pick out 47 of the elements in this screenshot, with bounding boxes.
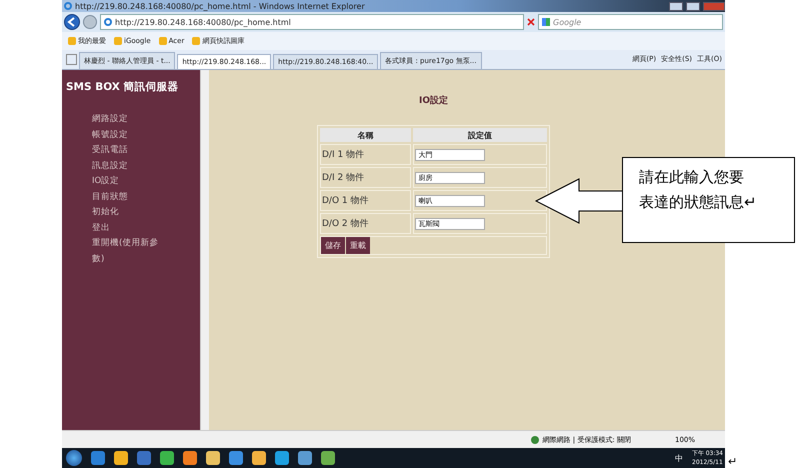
table-cell: D/I 1 物件 — [320, 144, 412, 165]
maximize-button[interactable] — [686, 2, 700, 10]
minimize-button[interactable] — [669, 2, 683, 10]
nav-link[interactable]: IO設定 — [92, 174, 164, 190]
nav-link[interactable]: 登出 — [92, 220, 164, 236]
forward-button[interactable] — [83, 15, 97, 29]
taskbar-app-icon[interactable] — [321, 451, 335, 465]
table-cell: D/O 1 物件 — [320, 190, 412, 211]
window-title: http://219.80.248.168:40080/pc_home.html - Windows Internet Explorer — [75, 2, 365, 10]
nav-link[interactable]: 訊息設定 — [92, 158, 164, 174]
globe-icon — [530, 436, 539, 444]
taskbar-app-icon[interactable] — [160, 451, 174, 465]
search-field[interactable]: Google — [538, 14, 723, 30]
taskbar-app-icon[interactable] — [298, 451, 312, 465]
address-field[interactable]: http://219.80.248.168:40080/pc_home.html — [100, 14, 524, 30]
table-cell: D/I 2 物件 — [320, 167, 412, 188]
form-button[interactable]: 重載 — [346, 237, 370, 254]
input-method-indicator[interactable]: 中 — [674, 452, 683, 464]
paragraph-mark: ↵ — [728, 455, 738, 468]
column-header: 設定值 — [413, 128, 547, 142]
browser-icon — [64, 2, 72, 10]
page-heading: IO設定 — [419, 94, 449, 107]
taskbar-app-icon[interactable] — [206, 451, 220, 465]
form-button[interactable]: 儲存 — [321, 237, 345, 254]
site-title: SMS BOX 簡訊伺服器 — [66, 80, 180, 94]
column-header: 名稱 — [320, 128, 412, 142]
taskbar-app-icon[interactable] — [252, 451, 266, 465]
back-button[interactable] — [64, 14, 80, 30]
taskbar-app-icon[interactable] — [275, 451, 289, 465]
nav-link[interactable]: 重開機(使用新參數) — [92, 236, 164, 267]
google-icon — [542, 18, 550, 26]
scrollbar[interactable] — [200, 70, 209, 430]
stop-icon[interactable] — [527, 18, 535, 26]
taskbar-app-icon[interactable] — [91, 451, 105, 465]
taskbar-app-icon[interactable] — [183, 451, 197, 465]
taskbar-app-icon[interactable] — [229, 451, 243, 465]
table-cell: D/O 2 物件 — [320, 213, 412, 234]
nav-link[interactable]: 目前狀態 — [92, 190, 164, 205]
nav-link[interactable]: 受訊電話 — [92, 143, 164, 158]
callout-text: 表達的狀態訊息↵ — [639, 193, 758, 212]
start-button[interactable] — [66, 450, 82, 466]
nav-link[interactable]: 初始化 — [92, 205, 164, 220]
nav-link[interactable]: 網路設定 — [92, 112, 164, 128]
taskbar-app-icon[interactable] — [114, 451, 128, 465]
quick-tabs-icon[interactable] — [66, 54, 77, 65]
nav-link[interactable]: 帳號設定 — [92, 128, 164, 143]
callout-text: 請在此輸入您要 — [639, 168, 745, 187]
